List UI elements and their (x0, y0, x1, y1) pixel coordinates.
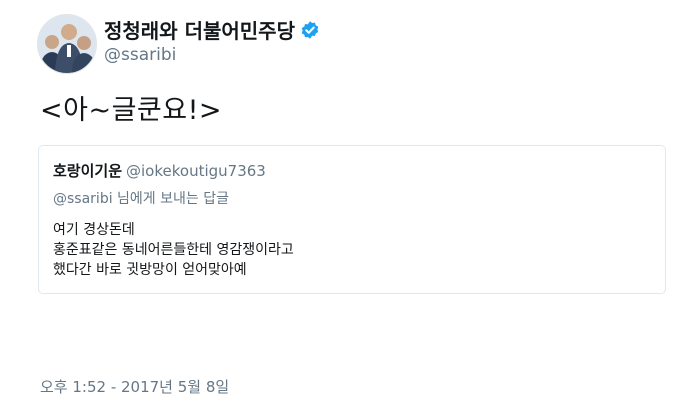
verified-badge-icon (300, 20, 320, 40)
reply-context: @ssaribi 님에게 보내는 답글 (53, 188, 229, 208)
quoted-author[interactable]: 호랑이기운 @iokekoutigu7363 (53, 160, 266, 181)
quoted-text-line: 했다간 바로 귓방망이 얻어맞아예 (53, 262, 247, 278)
author-display-name[interactable]: 정청래와 더불어민주당 (104, 15, 295, 44)
quoted-handle[interactable]: @iokekoutigu7363 (126, 162, 266, 180)
author-name-row[interactable]: 정청래와 더불어민주당 (104, 15, 320, 44)
reply-mention-link[interactable]: @ssaribi (53, 191, 113, 207)
quoted-text-line: 홍준표같은 동네어른들한테 영감쟁이라고 (53, 242, 294, 258)
avatar[interactable] (37, 14, 97, 74)
author-handle[interactable]: @ssaribi (104, 45, 176, 65)
tweet-text: <아~글쿤요!> (40, 95, 223, 126)
quoted-display-name[interactable]: 호랑이기운 (53, 162, 122, 180)
reply-context-label: 님에게 보내는 답글 (112, 191, 229, 207)
quoted-text: 여기 경상돈데 홍준표같은 동네어른들한테 영감쟁이라고 했다간 바로 귓방망이… (53, 220, 294, 280)
quoted-text-line: 여기 경상돈데 (53, 222, 135, 238)
quoted-tweet[interactable]: 호랑이기운 @iokekoutigu7363 @ssaribi 님에게 보내는 답… (38, 145, 666, 294)
tweet-header: 정청래와 더불어민주당 @ssaribi (37, 10, 657, 74)
tweet-timestamp[interactable]: 오후 1:52 - 2017년 5월 8일 (40, 376, 229, 397)
